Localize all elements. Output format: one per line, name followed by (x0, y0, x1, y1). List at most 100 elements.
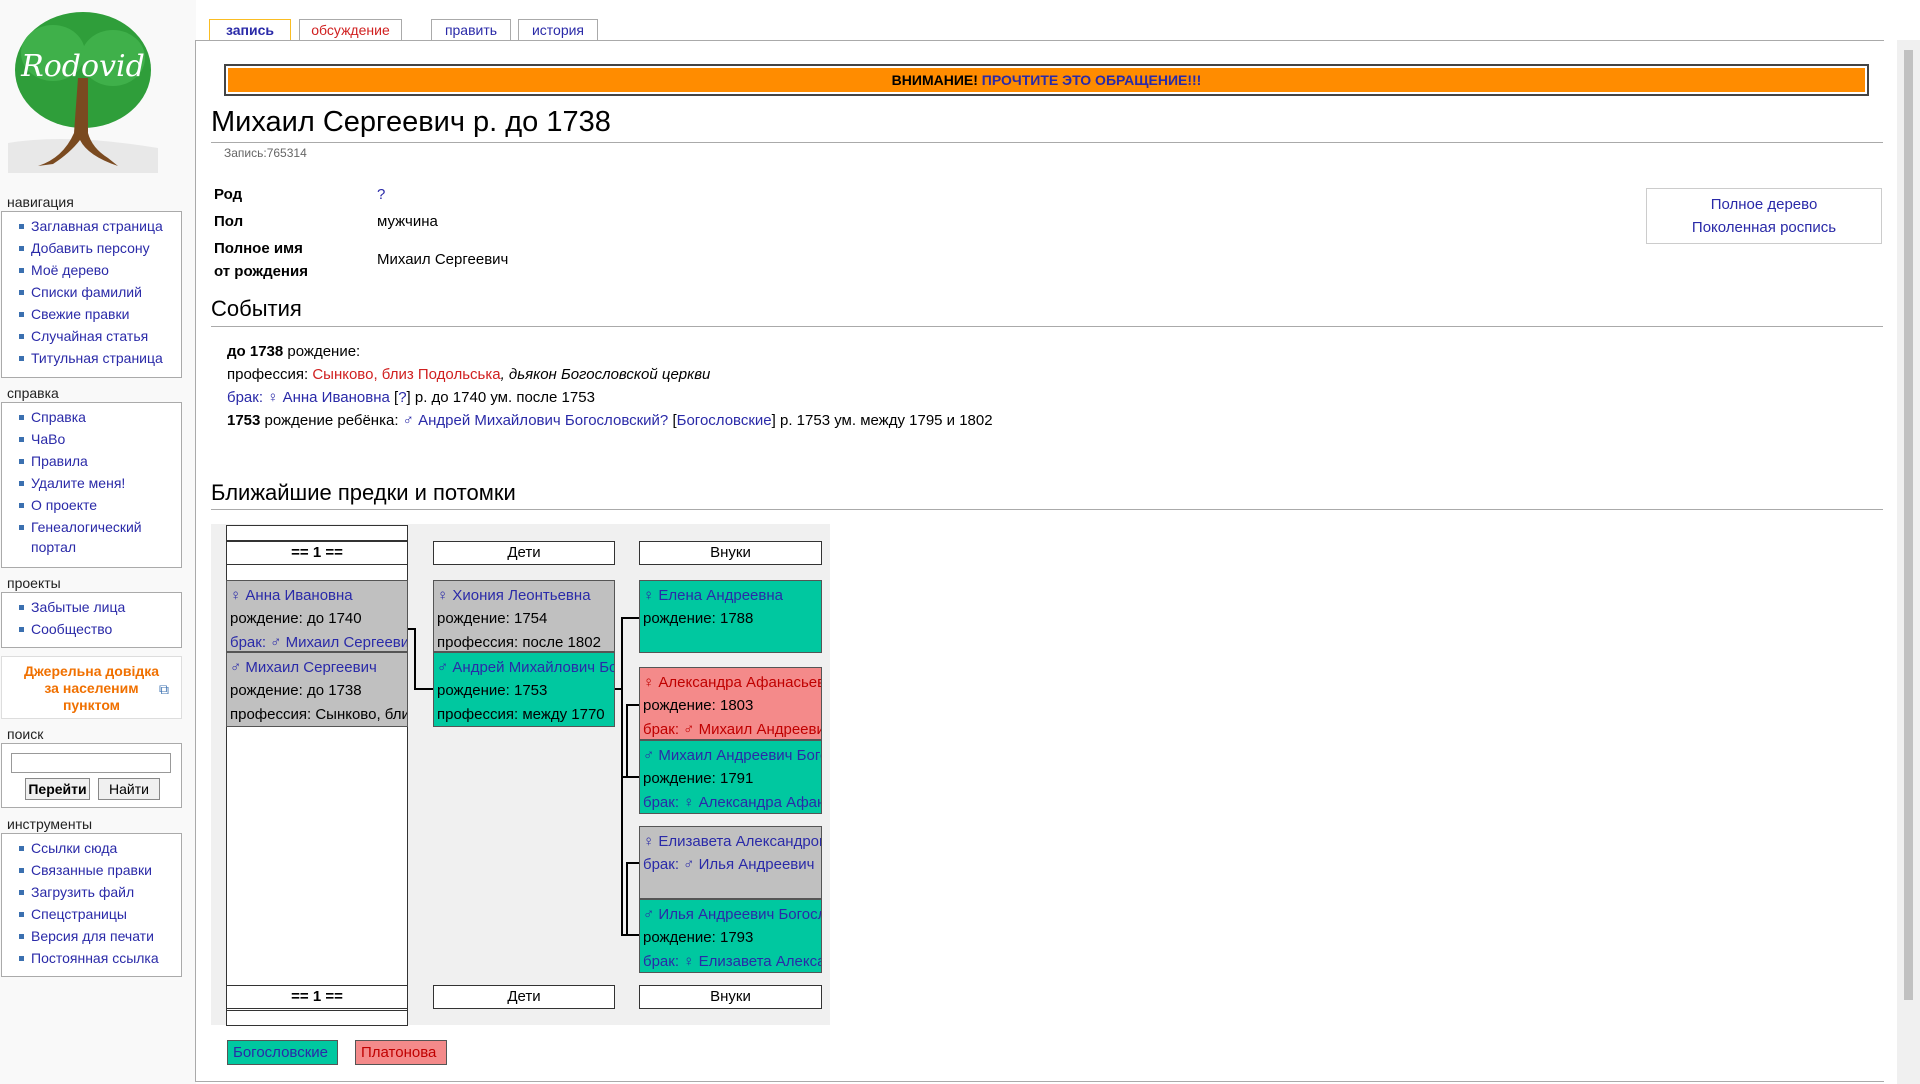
person-marriage[interactable]: брак: ♀ Александра Афанасьевна (643, 791, 821, 813)
nav-item[interactable]: Титульная страница (2, 347, 181, 369)
go-button[interactable]: Перейти (25, 778, 90, 800)
tab-obsuzhdenie[interactable]: обсуждение (299, 19, 402, 40)
nav-link[interactable]: Моё дерево (31, 262, 109, 278)
tab-istoriya[interactable]: история (518, 19, 598, 40)
person-name[interactable]: ♀ Хиония Леонтьевна (437, 584, 614, 607)
person-card-mikhail[interactable]: ♂ Михаил Сергеевич рождение: до 1738 про… (226, 652, 408, 727)
nav-item[interactable]: Добавить персону (2, 237, 181, 259)
tool-item[interactable]: Связанные правки (2, 859, 181, 881)
person-name[interactable]: ♀ Елена Андреевна (643, 584, 821, 607)
person-name[interactable]: ♂ Михаил Сергеевич (230, 656, 407, 679)
search-input[interactable] (11, 753, 171, 773)
nav-item[interactable]: Заглавная страница (2, 215, 181, 237)
help-item[interactable]: Удалите меня! (2, 472, 181, 494)
person-name[interactable]: ♀ Александра Афанасьевна (643, 671, 821, 694)
person-name[interactable]: ♀ Анна Ивановна (230, 584, 407, 607)
help-link[interactable]: Правила (31, 453, 88, 469)
person-marriage[interactable]: брак: ♂ Илья Андреевич (643, 853, 821, 876)
nav-link[interactable]: Заглавная страница (31, 218, 163, 234)
tree-links-box: Полное дерево Поколенная роспись (1646, 188, 1882, 244)
person-card-aleksandra[interactable]: ♀ Александра Афанасьевна рождение: 1803 … (639, 667, 822, 740)
help-item[interactable]: О проекте (2, 494, 181, 516)
help-item[interactable]: ЧаВо (2, 428, 181, 450)
rod-bogoslovskie-link[interactable]: Богословские (677, 412, 772, 429)
connector-line (621, 934, 639, 936)
person-name[interactable]: ♂ Михаил Андреевич Богословский (643, 744, 821, 767)
help-link[interactable]: Удалите меня! (31, 475, 125, 491)
connector-line (626, 862, 628, 936)
full-tree-link[interactable]: Полное дерево (1711, 196, 1818, 213)
help-link[interactable]: О проекте (31, 497, 97, 513)
nav-link[interactable]: Добавить персону (31, 240, 150, 256)
person-card-elizaveta[interactable]: ♀ Елизавета Александровна брак: ♂ Илья А… (639, 826, 822, 899)
help-item[interactable]: Генеалогический портал (2, 516, 181, 557)
notice-link[interactable]: ПРОЧТИТЕ ЭТО ОБРАЩЕНИЕ!!! (982, 72, 1202, 88)
tab-zapis[interactable]: запись (209, 19, 291, 42)
person-card-ilya[interactable]: ♂ Илья Андреевич Богословский рождение: … (639, 899, 822, 973)
tool-link[interactable]: Связанные правки (31, 862, 152, 878)
help-item[interactable]: Справка (2, 406, 181, 428)
help-link[interactable]: портал (31, 539, 76, 555)
scrollbar-thumb[interactable] (1904, 50, 1913, 1000)
nav-item[interactable]: Свежие правки (2, 303, 181, 325)
nav-item[interactable]: Списки фамилий (2, 281, 181, 303)
children-header: Дети (433, 541, 615, 565)
nav-link[interactable]: Случайная статья (31, 328, 148, 344)
tool-link[interactable]: Загрузить файл (31, 884, 134, 900)
person-marriage[interactable]: брак: ♂ Михаил Сергеевич (230, 631, 407, 651)
tool-link[interactable]: Постоянная ссылка (31, 950, 159, 966)
nav-link[interactable]: Титульная страница (31, 350, 163, 366)
person-marriage[interactable]: брак: ♀ Елизавета Александровна (643, 950, 821, 972)
help-item[interactable]: Правила (2, 450, 181, 472)
legend-bogoslovskie[interactable]: Богословские (227, 1040, 338, 1065)
place-podolsk-link[interactable]: близ Подольська (382, 366, 501, 383)
person-card-anna[interactable]: ♀ Анна Ивановна рождение: до 1740 брак: … (226, 580, 408, 652)
person-marriage[interactable]: брак: ♂ Михаил Андреевич (643, 718, 821, 739)
spouse-anna-link[interactable]: ♀ Анна Ивановна (267, 389, 390, 406)
person-name[interactable]: ♀ Елизавета Александровна (643, 830, 821, 853)
project-item[interactable]: Сообщество (2, 618, 181, 640)
nav-item[interactable]: Моё дерево (2, 259, 181, 281)
spouse-dates: р. до 1740 ум. после 1753 (410, 389, 595, 406)
grandchildren-header: Внуки (639, 541, 822, 565)
tool-item[interactable]: Версия для печати (2, 925, 181, 947)
tab-pravit[interactable]: править (431, 19, 511, 40)
person-name[interactable]: ♂ Илья Андреевич Богословский (643, 903, 821, 926)
place-synkovo-link[interactable]: Сынково (312, 366, 373, 383)
tool-item[interactable]: Загрузить файл (2, 881, 181, 903)
promo-box[interactable]: Джерельна довідка за населеним пунктом ⧉ (1, 656, 182, 719)
tool-item[interactable]: Ссылки сюда (2, 837, 181, 859)
tool-link[interactable]: Ссылки сюда (31, 840, 117, 856)
pokolennaya-link[interactable]: Поколенная роспись (1692, 219, 1836, 236)
help-link[interactable]: Генеалогический (31, 519, 142, 535)
rod-value[interactable]: ? (377, 186, 385, 203)
legend-platonova[interactable]: Платонова (355, 1040, 447, 1065)
nav-item[interactable]: Случайная статья (2, 325, 181, 347)
tool-item[interactable]: Постоянная ссылка (2, 947, 181, 969)
tool-item[interactable]: Спецстраницы (2, 903, 181, 925)
help-link[interactable]: ЧаВо (31, 431, 65, 447)
grandchildren-footer: Внуки (639, 985, 822, 1009)
tool-link[interactable]: Версия для печати (31, 928, 154, 944)
search-button[interactable]: Найти (98, 778, 160, 800)
scrollbar[interactable] (1897, 40, 1920, 1084)
rodovid-logo[interactable]: Rodovid (8, 8, 158, 173)
rod-unknown-link[interactable]: ? (398, 389, 406, 406)
help-link[interactable]: Справка (31, 409, 86, 425)
help-portlet: Справка ЧаВо Правила Удалите меня! О про… (1, 402, 182, 568)
person-name[interactable]: ♂ Андрей Михайлович Богословский (437, 656, 614, 679)
name-label-2: от рождения (214, 263, 308, 280)
person-card-elena[interactable]: ♀ Елена Андреевна рождение: 1788 (639, 580, 822, 653)
person-card-khioniya[interactable]: ♀ Хиония Леонтьевна рождение: 1754 профе… (433, 580, 615, 652)
person-card-andrey[interactable]: ♂ Андрей Михайлович Богословский рождени… (433, 652, 615, 727)
project-link[interactable]: Забытые лица (31, 599, 125, 615)
nav-link[interactable]: Свежие правки (31, 306, 129, 322)
nav-link[interactable]: Списки фамилий (31, 284, 142, 300)
child-andrey-link[interactable]: ♂ Андрей Михайлович Богословский? (403, 412, 669, 429)
person-card-mikhail-andreevich[interactable]: ♂ Михаил Андреевич Богословский рождение… (639, 740, 822, 814)
project-item[interactable]: Забытые лица (2, 596, 181, 618)
tool-link[interactable]: Спецстраницы (31, 906, 127, 922)
event-marriage-label[interactable]: брак: (227, 389, 267, 406)
person-birth: рождение: 1754 (437, 610, 548, 628)
project-link[interactable]: Сообщество (31, 621, 112, 637)
